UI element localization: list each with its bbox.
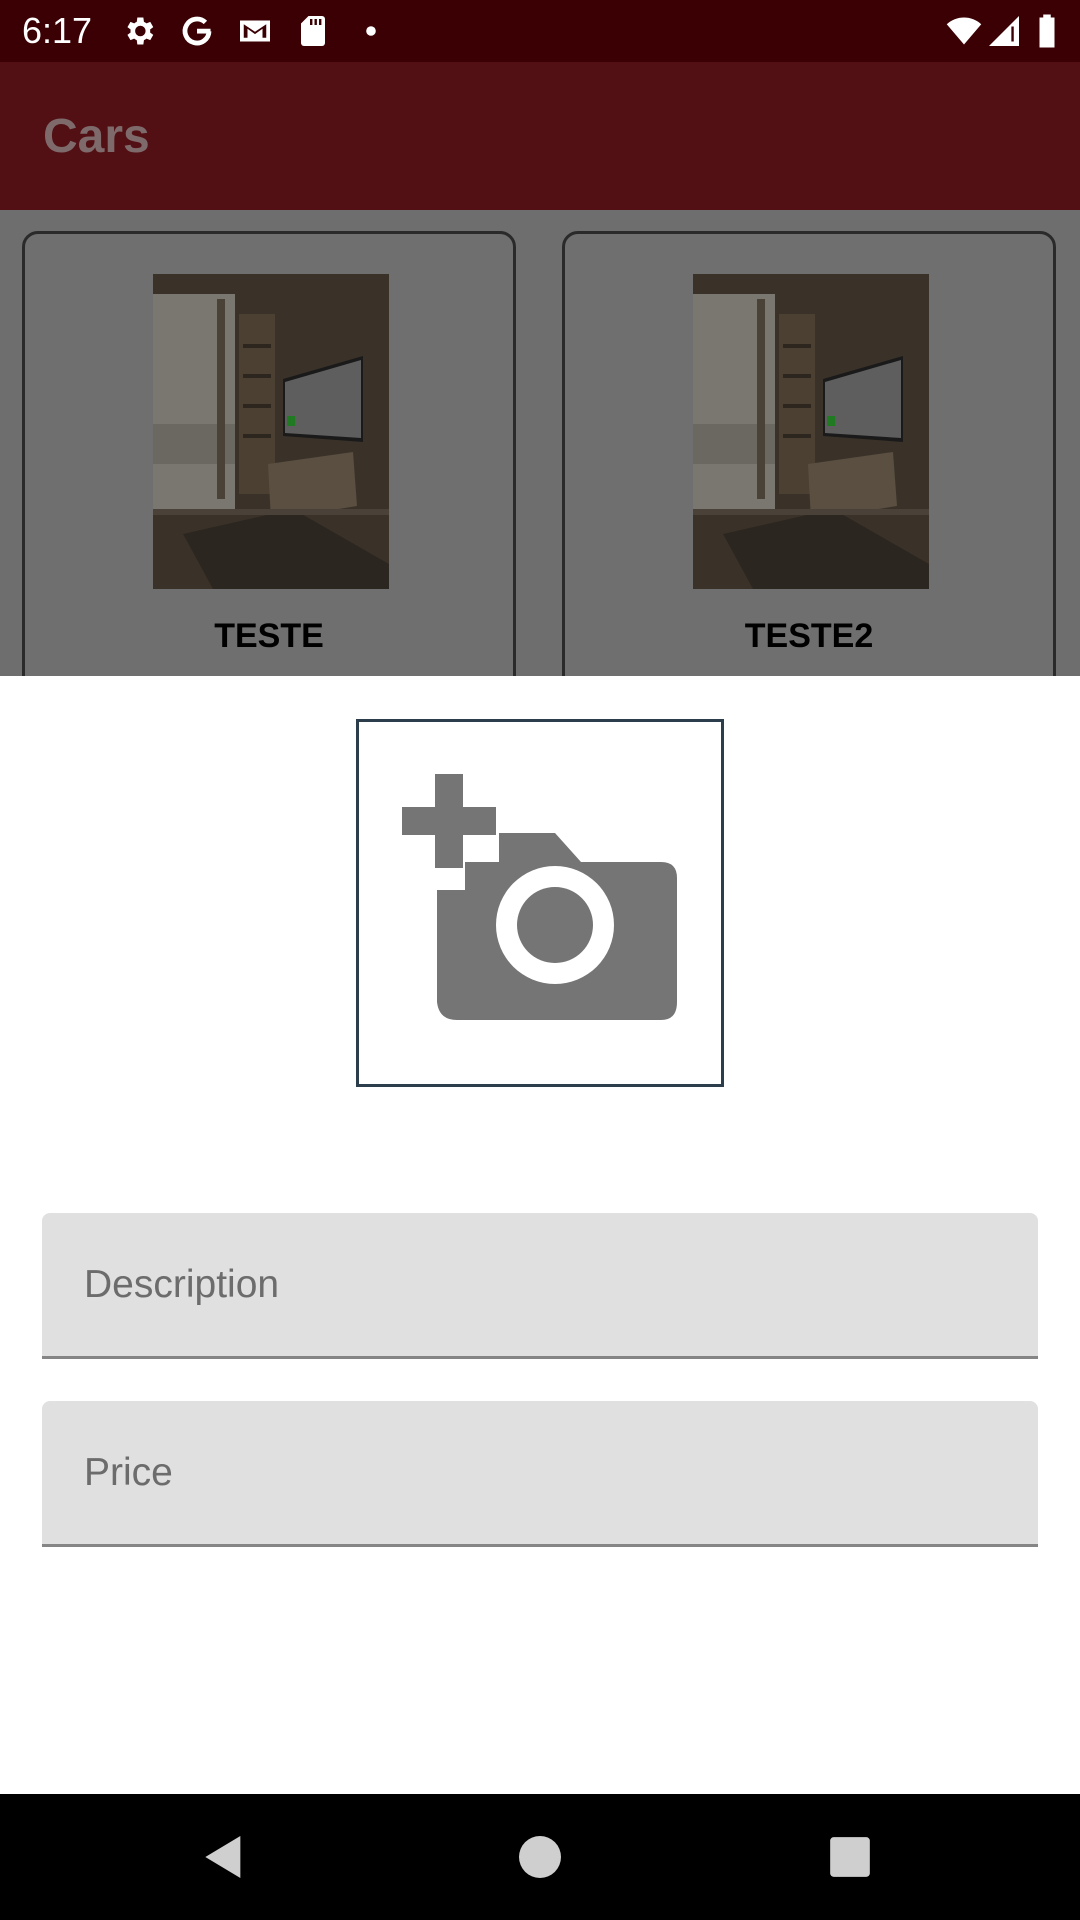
car-card[interactable]: TESTE2	[562, 231, 1056, 676]
battery-icon	[1032, 13, 1062, 49]
status-bar: 6:17	[0, 0, 1080, 62]
car-list: TESTE TESTE2	[0, 210, 1080, 676]
recents-icon[interactable]	[822, 1829, 878, 1885]
description-field[interactable]	[42, 1213, 1038, 1359]
price-field[interactable]	[42, 1401, 1038, 1547]
cell-signal-icon	[986, 13, 1022, 49]
page-title: Cars	[43, 110, 150, 163]
car-image	[693, 274, 929, 589]
back-icon[interactable]	[196, 1829, 252, 1885]
price-input[interactable]	[42, 1401, 1038, 1544]
settings-icon	[121, 13, 157, 49]
wifi-icon	[944, 13, 984, 49]
gmail-icon	[237, 13, 273, 49]
status-time: 6:17	[22, 10, 93, 51]
car-name: TESTE	[214, 617, 324, 655]
car-name: TESTE2	[744, 617, 874, 655]
notification-dot-icon	[353, 13, 389, 49]
photo-picker-button[interactable]	[356, 719, 724, 1087]
navigation-bar	[0, 1794, 1080, 1920]
google-icon	[179, 13, 215, 49]
description-input[interactable]	[42, 1213, 1038, 1356]
add-a-photo-icon	[402, 774, 677, 1020]
add-car-sheet	[0, 676, 1080, 1794]
home-icon[interactable]	[512, 1829, 568, 1885]
sd-card-icon	[295, 13, 331, 49]
app-bar: Cars	[0, 62, 1080, 210]
car-card[interactable]: TESTE	[22, 231, 516, 676]
car-image	[153, 274, 389, 589]
